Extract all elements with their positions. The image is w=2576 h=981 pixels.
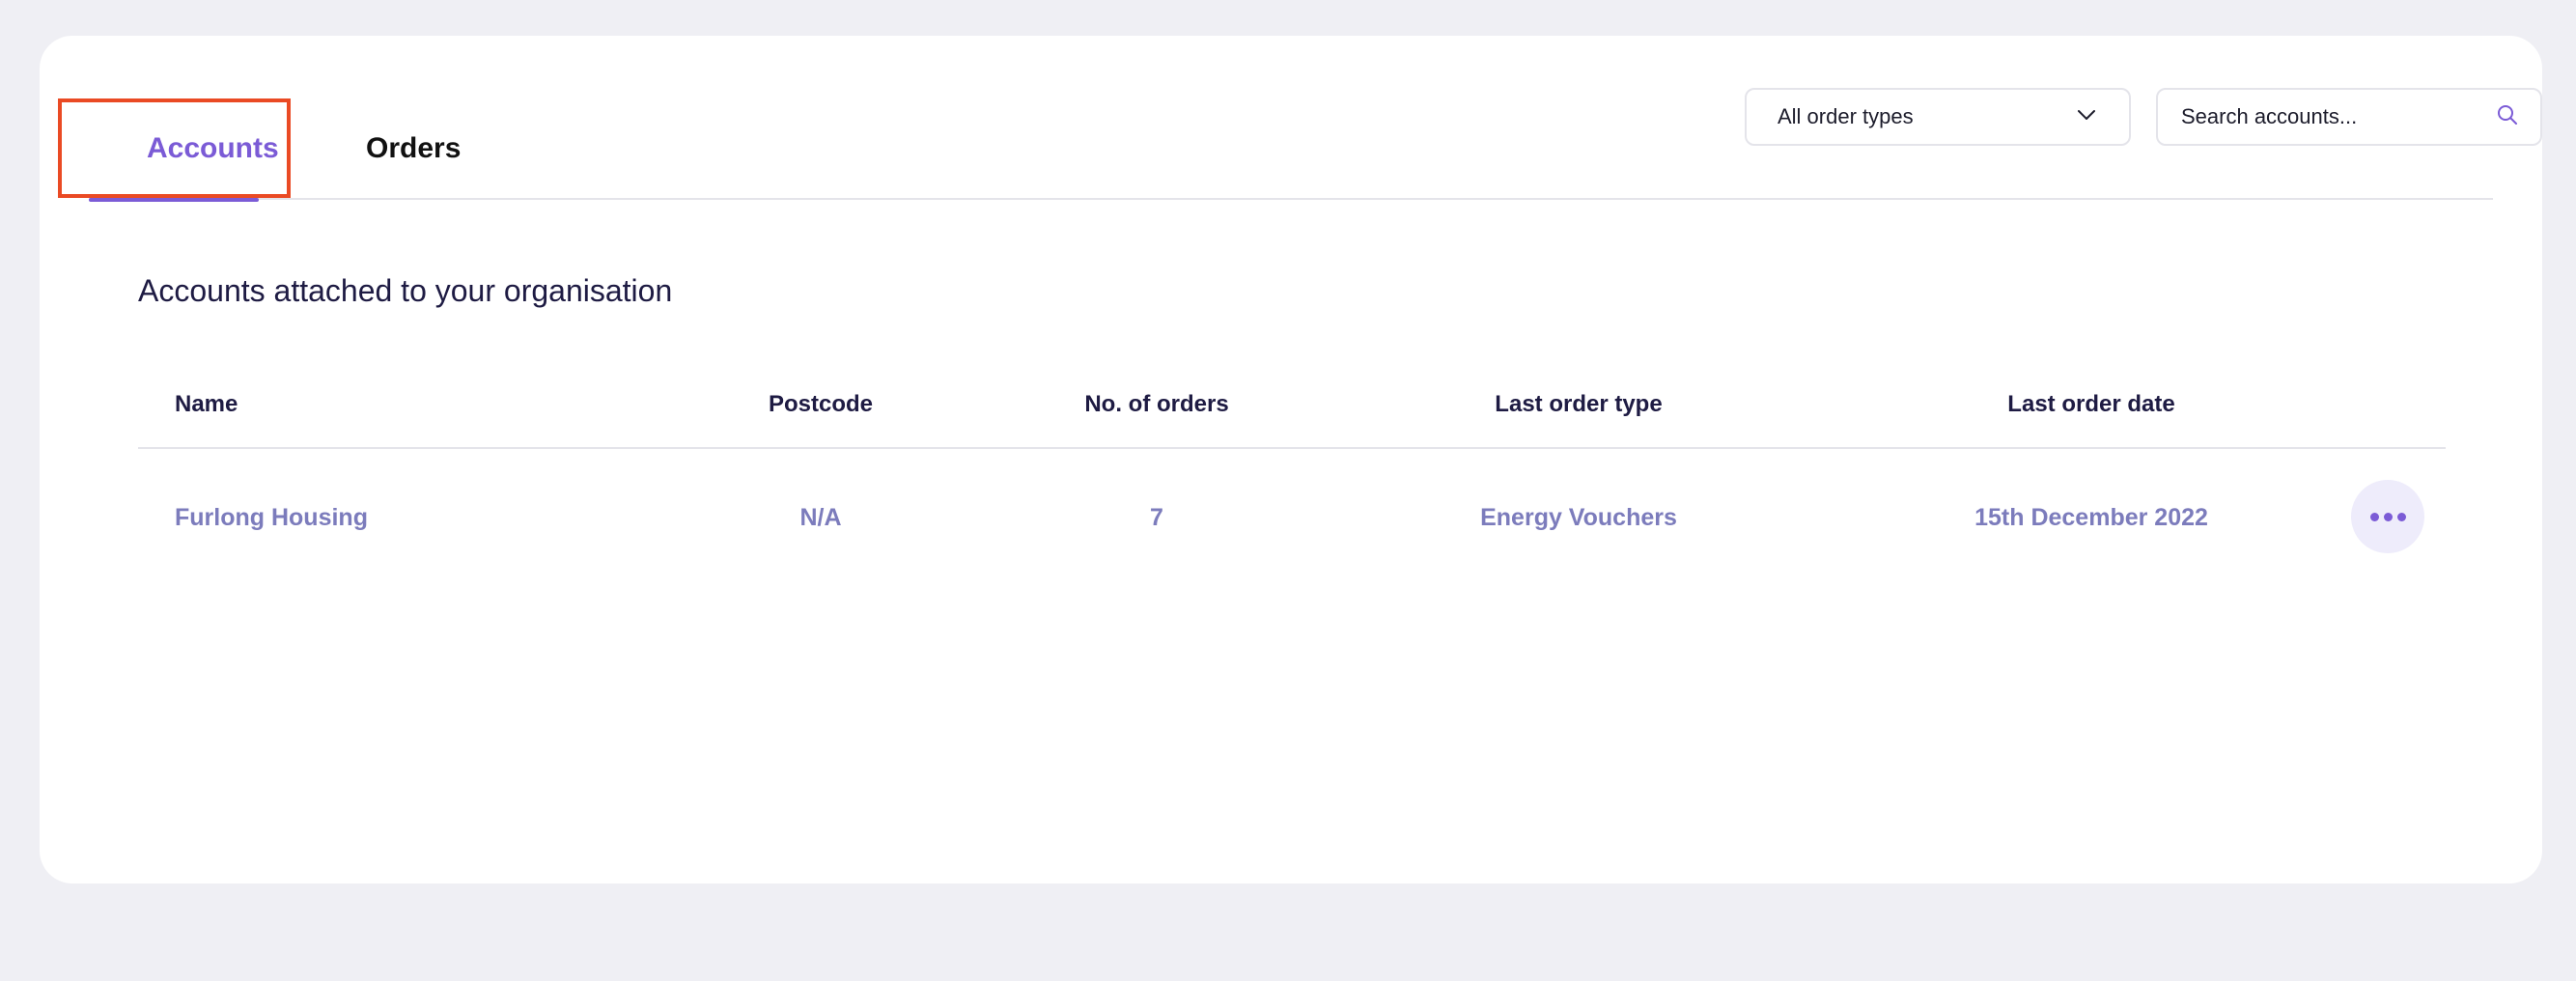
account-name[interactable]: Furlong Housing [175, 504, 368, 532]
order-type-select[interactable]: All order types [1745, 88, 2131, 146]
chevron-down-icon [2077, 108, 2096, 126]
account-last-order-date: 15th December 2022 [1974, 504, 2208, 531]
table-header: Name Postcode No. of orders Last order t… [138, 383, 2446, 449]
column-header-last-order-type: Last order type [1495, 391, 1663, 417]
more-actions-button[interactable] [2351, 480, 2424, 553]
tab-bar: Accounts Orders All order types [58, 36, 2542, 202]
section-title: Accounts attached to your organisation [138, 273, 673, 308]
search-box [2156, 88, 2542, 146]
accounts-table: Name Postcode No. of orders Last order t… [138, 383, 2446, 588]
tab-accounts-label: Accounts [147, 132, 279, 164]
tab-orders-label: Orders [366, 132, 462, 164]
account-order-count: 7 [1150, 504, 1163, 531]
more-horizontal-icon [2369, 512, 2379, 521]
search-icon[interactable] [2496, 103, 2519, 131]
column-header-last-order-date: Last order date [2007, 391, 2175, 417]
active-tab-underline [89, 198, 259, 202]
tab-accounts[interactable]: Accounts [58, 98, 291, 206]
column-header-postcode: Postcode [768, 391, 874, 417]
account-postcode: N/A [799, 504, 842, 531]
account-last-order-type: Energy Vouchers [1480, 504, 1677, 531]
more-dot [2383, 512, 2393, 521]
tab-orders[interactable]: Orders [366, 98, 472, 206]
order-type-select-value: All order types [1778, 104, 1914, 128]
column-header-orders: No. of orders [1084, 391, 1229, 417]
column-header-name: Name [175, 391, 238, 417]
search-input[interactable] [2181, 104, 2496, 129]
more-dot [2396, 512, 2406, 521]
table-row[interactable]: Furlong Housing N/A 7 Energy Vouchers 15… [138, 449, 2446, 588]
accounts-card: Accounts Orders All order types Accounts… [40, 36, 2542, 883]
